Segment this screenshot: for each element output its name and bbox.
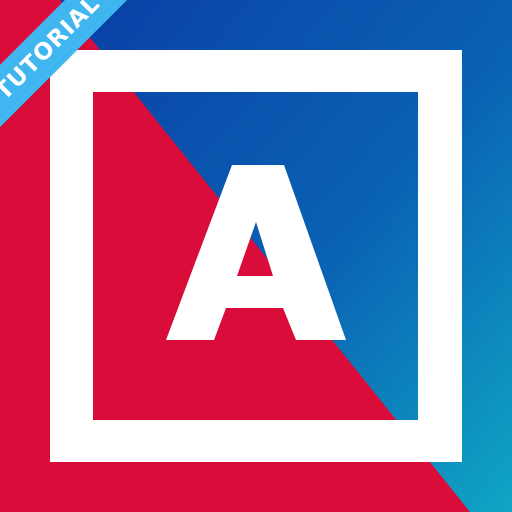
letter-a-logo-icon bbox=[0, 0, 512, 512]
app-icon-canvas: TUTORIAL bbox=[0, 0, 512, 512]
